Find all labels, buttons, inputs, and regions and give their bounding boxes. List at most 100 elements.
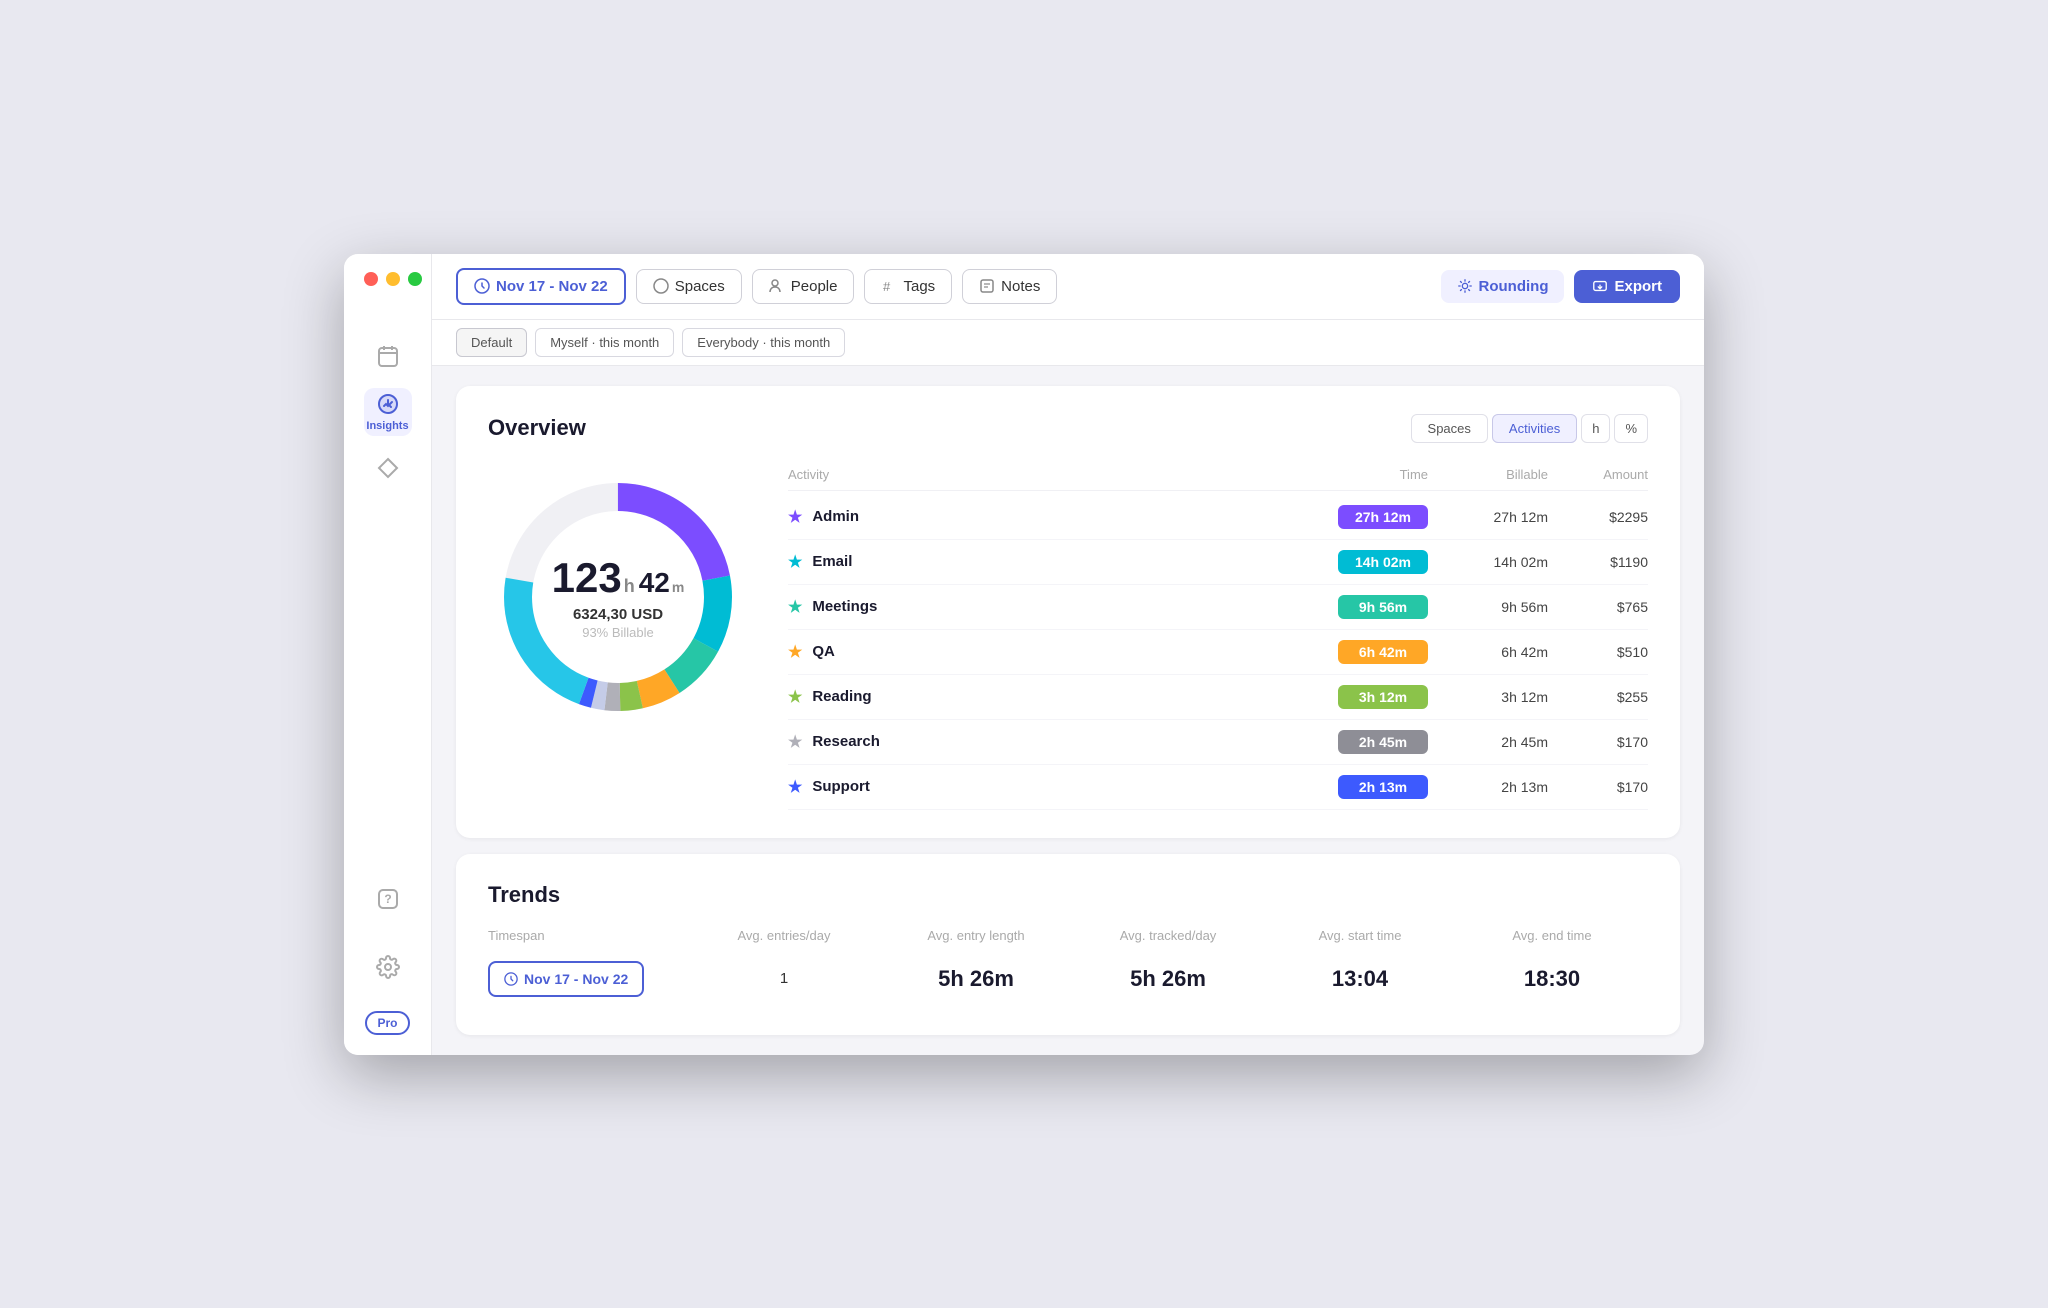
filter-bar: Default Myself · this month Everybody · …: [432, 320, 1704, 366]
filter-myself[interactable]: Myself · this month: [535, 328, 674, 357]
table-row: ★ QA 6h 42m 6h 42m $510: [788, 630, 1648, 675]
overview-title: Overview: [488, 415, 586, 441]
trends-clock-icon: [504, 972, 518, 986]
trends-col-start: Avg. start time: [1264, 928, 1456, 943]
rounding-button[interactable]: Rounding: [1441, 270, 1565, 303]
act-amount-cell: $765: [1548, 599, 1648, 615]
star-icon: ★: [788, 642, 802, 662]
overview-card: Overview Spaces Activities h %: [456, 386, 1680, 838]
table-row: ★ Research 2h 45m 2h 45m $170: [788, 720, 1648, 765]
sidebar-item-help[interactable]: ?: [364, 875, 412, 923]
col-amount: Amount: [1548, 467, 1648, 482]
sidebar-bottom: ? Pro: [364, 875, 412, 1035]
trends-title: Trends: [488, 882, 1648, 908]
people-button[interactable]: People: [752, 269, 855, 304]
tab-activities[interactable]: Activities: [1492, 414, 1577, 443]
trends-col-length: Avg. entry length: [880, 928, 1072, 943]
trends-col-tracked: Avg. tracked/day: [1072, 928, 1264, 943]
maximize-button[interactable]: [408, 272, 422, 286]
act-time-badge: 3h 12m: [1268, 685, 1428, 709]
trends-avg-length: 5h 26m: [880, 966, 1072, 992]
table-row: ★ Email 14h 02m 14h 02m $1190: [788, 540, 1648, 585]
act-amount-cell: $510: [1548, 644, 1648, 660]
sidebar: Insights ? Pro: [344, 254, 432, 1055]
act-billable-cell: 9h 56m: [1428, 599, 1548, 615]
act-billable-cell: 2h 45m: [1428, 734, 1548, 750]
act-name-cell: ★ Admin: [788, 507, 1268, 527]
trends-header: Timespan Avg. entries/day Avg. entry len…: [488, 928, 1648, 951]
rounding-gear-icon: [1457, 278, 1473, 294]
donut-hours: 123: [552, 554, 622, 602]
minimize-button[interactable]: [386, 272, 400, 286]
calendar-icon: [376, 344, 400, 368]
act-name-cell: ★ Email: [788, 552, 1268, 572]
act-amount-cell: $2295: [1548, 509, 1648, 525]
diamond-icon: [376, 456, 400, 480]
sidebar-item-insights[interactable]: Insights: [364, 388, 412, 436]
trends-date-range: Nov 17 - Nov 22: [488, 961, 688, 997]
pro-badge[interactable]: Pro: [365, 1011, 409, 1035]
notes-icon: [979, 278, 995, 294]
date-range-button[interactable]: Nov 17 - Nov 22: [456, 268, 626, 305]
tab-hours[interactable]: h: [1581, 414, 1610, 443]
trends-avg-tracked: 5h 26m: [1072, 966, 1264, 992]
overview-header: Overview Spaces Activities h %: [488, 414, 1648, 443]
export-icon: [1592, 278, 1608, 294]
table-row: ★ Meetings 9h 56m 9h 56m $765: [788, 585, 1648, 630]
act-time-badge: 9h 56m: [1268, 595, 1428, 619]
donut-m-label: m: [672, 579, 684, 595]
spaces-icon: [653, 278, 669, 294]
table-header: Activity Time Billable Amount: [788, 467, 1648, 491]
col-activity: Activity: [788, 467, 1268, 482]
sidebar-item-calendar[interactable]: [364, 332, 412, 380]
people-icon: [769, 278, 785, 294]
svg-text:?: ?: [384, 892, 391, 906]
trends-card: Trends Timespan Avg. entries/day Avg. en…: [456, 854, 1680, 1035]
sidebar-item-tag[interactable]: [364, 444, 412, 492]
trends-avg-start: 13:04: [1264, 966, 1456, 992]
act-billable-cell: 3h 12m: [1428, 689, 1548, 705]
export-button[interactable]: Export: [1574, 270, 1680, 303]
activities-rows: ★ Admin 27h 12m 27h 12m $2295 ★ Email 14…: [788, 495, 1648, 810]
act-time-badge: 14h 02m: [1268, 550, 1428, 574]
topbar-left: Nov 17 - Nov 22 Spaces People: [456, 268, 1431, 305]
tags-icon: #: [881, 278, 897, 294]
act-amount-cell: $170: [1548, 734, 1648, 750]
tab-spaces[interactable]: Spaces: [1411, 414, 1488, 443]
act-name-cell: ★ Research: [788, 732, 1268, 752]
act-name-cell: ★ Meetings: [788, 597, 1268, 617]
table-row: ★ Reading 3h 12m 3h 12m $255: [788, 675, 1648, 720]
star-icon: ★: [788, 732, 802, 752]
notes-button[interactable]: Notes: [962, 269, 1057, 304]
svg-text:#: #: [883, 279, 891, 294]
trends-date-button[interactable]: Nov 17 - Nov 22: [488, 961, 644, 997]
act-name-cell: ★ QA: [788, 642, 1268, 662]
donut-minutes: 42: [639, 567, 670, 599]
main-content: Nov 17 - Nov 22 Spaces People: [432, 254, 1704, 1055]
tab-percent[interactable]: %: [1614, 414, 1648, 443]
act-billable-cell: 14h 02m: [1428, 554, 1548, 570]
spaces-button[interactable]: Spaces: [636, 269, 742, 304]
act-amount-cell: $1190: [1548, 554, 1648, 570]
overview-body: 123 h 42 m 6324,30 USD 93% Billable: [488, 467, 1648, 810]
content-area: Overview Spaces Activities h %: [432, 366, 1704, 1055]
insights-icon: [376, 392, 400, 416]
tags-button[interactable]: # Tags: [864, 269, 952, 304]
activities-table: Activity Time Billable Amount ★ Admin 27…: [788, 467, 1648, 810]
filter-everybody[interactable]: Everybody · this month: [682, 328, 845, 357]
table-row: ★ Support 2h 13m 2h 13m $170: [788, 765, 1648, 810]
star-icon: ★: [788, 507, 802, 527]
sidebar-item-settings[interactable]: [364, 943, 412, 991]
star-icon: ★: [788, 687, 802, 707]
star-icon: ★: [788, 597, 802, 617]
filter-default[interactable]: Default: [456, 328, 527, 357]
col-billable: Billable: [1428, 467, 1548, 482]
topbar: Nov 17 - Nov 22 Spaces People: [432, 254, 1704, 320]
act-billable-cell: 27h 12m: [1428, 509, 1548, 525]
col-time: Time: [1268, 467, 1428, 482]
trends-col-timespan: Timespan: [488, 928, 688, 943]
act-time-badge: 6h 42m: [1268, 640, 1428, 664]
trends-avg-end: 18:30: [1456, 966, 1648, 992]
settings-icon: [376, 955, 400, 979]
close-button[interactable]: [364, 272, 378, 286]
